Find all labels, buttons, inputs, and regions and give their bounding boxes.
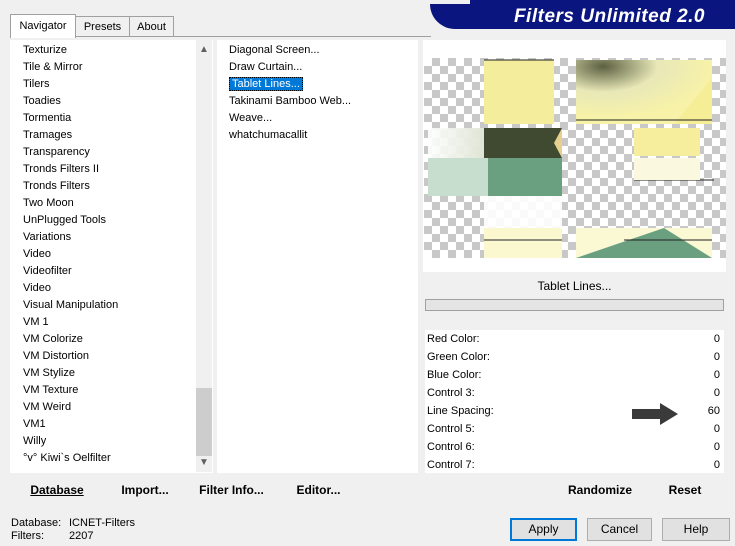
control-row[interactable]: Green Color: 0 bbox=[425, 348, 724, 366]
database-button[interactable]: Database bbox=[22, 479, 92, 501]
category-item[interactable]: Tronds Filters bbox=[23, 178, 90, 195]
filter-item[interactable]: Draw Curtain... bbox=[229, 59, 302, 76]
category-item[interactable]: Tramages bbox=[23, 127, 72, 144]
control-row[interactable]: Control 6: 0 bbox=[425, 438, 724, 456]
filter-item[interactable]: whatchumacallit bbox=[229, 127, 307, 144]
category-item[interactable]: VM Distortion bbox=[23, 348, 89, 365]
filter-item[interactable]: Diagonal Screen... bbox=[229, 42, 320, 59]
category-item[interactable]: Texturize bbox=[23, 42, 67, 59]
category-list[interactable]: Texturize Tile & Mirror Tilers Toadies Torme… bbox=[10, 40, 213, 473]
editor-button[interactable]: Editor... bbox=[291, 479, 346, 501]
control-label: Control 5: bbox=[427, 423, 475, 435]
randomize-button[interactable]: Randomize bbox=[560, 479, 640, 501]
control-label: Green Color: bbox=[427, 351, 490, 363]
progress-bar bbox=[425, 299, 724, 311]
category-item[interactable]: UnPlugged Tools bbox=[23, 212, 106, 229]
control-value[interactable]: 0 bbox=[714, 348, 720, 366]
filter-info-button[interactable]: Filter Info... bbox=[194, 479, 269, 501]
scroll-down-arrow-icon[interactable]: ▼ bbox=[196, 455, 212, 471]
control-value[interactable]: 0 bbox=[714, 366, 720, 384]
control-label: Control 6: bbox=[427, 441, 475, 453]
category-item[interactable]: Toadies bbox=[23, 93, 61, 110]
category-item[interactable]: Video bbox=[23, 280, 51, 297]
scroll-up-arrow-icon[interactable]: ▲ bbox=[196, 42, 212, 58]
category-item[interactable]: Willy bbox=[23, 433, 46, 450]
tab-about[interactable]: About bbox=[129, 16, 174, 37]
control-row[interactable]: Control 3: 0 bbox=[425, 384, 724, 402]
import-button[interactable]: Import... bbox=[113, 479, 177, 501]
category-item[interactable]: VM Weird bbox=[23, 399, 71, 416]
preview-image bbox=[424, 58, 726, 258]
category-item[interactable]: Tile & Mirror bbox=[23, 59, 82, 76]
filter-item[interactable]: Takinami Bamboo Web... bbox=[229, 93, 351, 110]
category-item[interactable]: Videofilter bbox=[23, 263, 72, 280]
category-item[interactable]: Variations bbox=[23, 229, 71, 246]
status-filters-label: Filters: bbox=[11, 530, 44, 542]
filter-item[interactable]: Tablet Lines... bbox=[229, 76, 303, 93]
cancel-button[interactable]: Cancel bbox=[587, 518, 652, 541]
help-button[interactable]: Help bbox=[662, 518, 730, 541]
category-item[interactable]: Two Moon bbox=[23, 195, 74, 212]
control-label: Line Spacing: bbox=[427, 405, 494, 417]
tab-navigator[interactable]: Navigator bbox=[10, 14, 76, 38]
control-label: Red Color: bbox=[427, 333, 480, 345]
category-item[interactable]: Tronds Filters II bbox=[23, 161, 99, 178]
scrollbar-thumb[interactable] bbox=[196, 388, 212, 456]
control-row[interactable]: Control 7: 0 bbox=[425, 456, 724, 474]
category-item[interactable]: Tormentia bbox=[23, 110, 71, 127]
control-row[interactable]: Blue Color: 0 bbox=[425, 366, 724, 384]
category-item[interactable]: Visual Manipulation bbox=[23, 297, 118, 314]
filter-list[interactable]: Diagonal Screen... Draw Curtain... Tablet … bbox=[217, 40, 418, 473]
filter-item-label: Diagonal Screen... bbox=[229, 44, 320, 56]
filter-item-label: Draw Curtain... bbox=[229, 61, 303, 73]
category-item[interactable]: VM 1 bbox=[23, 314, 49, 331]
reset-button[interactable]: Reset bbox=[660, 479, 710, 501]
filter-item[interactable]: Weave... bbox=[229, 110, 272, 127]
category-item[interactable]: VM1 bbox=[23, 416, 46, 433]
category-item[interactable]: °v° Kiwi`s Oelfilter bbox=[23, 450, 111, 467]
category-item[interactable]: Tilers bbox=[23, 76, 49, 93]
control-label: Blue Color: bbox=[427, 369, 482, 381]
filter-item-label: Tablet Lines... bbox=[229, 77, 303, 91]
filter-item-label: Takinami Bamboo Web... bbox=[229, 95, 352, 107]
control-value[interactable]: 60 bbox=[708, 402, 720, 420]
category-item[interactable]: Video bbox=[23, 246, 51, 263]
status-database-label: Database: bbox=[11, 517, 62, 529]
control-value[interactable]: 0 bbox=[714, 330, 720, 348]
tab-presets[interactable]: Presets bbox=[74, 16, 131, 37]
current-filter-name: Tablet Lines... bbox=[425, 275, 724, 297]
control-value[interactable]: 0 bbox=[714, 384, 720, 402]
app-title: Filters Unlimited 2.0 bbox=[513, 6, 705, 27]
status-database-value: ICNET-Filters bbox=[69, 517, 135, 529]
category-scrollbar[interactable]: ▲ ▼ bbox=[196, 40, 212, 472]
filter-item-label: whatchumacallit bbox=[229, 129, 308, 141]
control-row[interactable]: Red Color: 0 bbox=[425, 330, 724, 348]
control-value[interactable]: 0 bbox=[714, 456, 720, 474]
status-filters-value: 2207 bbox=[69, 530, 94, 542]
control-label: Control 3: bbox=[427, 387, 475, 399]
app-banner: Filters Unlimited 2.0 bbox=[430, 4, 735, 29]
control-value[interactable]: 0 bbox=[714, 438, 720, 456]
category-item[interactable]: VM Colorize bbox=[23, 331, 83, 348]
category-item[interactable]: VM Stylize bbox=[23, 365, 75, 382]
category-item[interactable]: VM Texture bbox=[23, 382, 78, 399]
control-value[interactable]: 0 bbox=[714, 420, 720, 438]
preview-art bbox=[428, 59, 714, 258]
control-label: Control 7: bbox=[427, 459, 475, 471]
category-item[interactable]: Transparency bbox=[23, 144, 90, 161]
filter-item-label: Weave... bbox=[229, 112, 273, 124]
apply-button[interactable]: Apply bbox=[510, 518, 577, 541]
dark-arrow-pointer-icon bbox=[632, 403, 678, 425]
